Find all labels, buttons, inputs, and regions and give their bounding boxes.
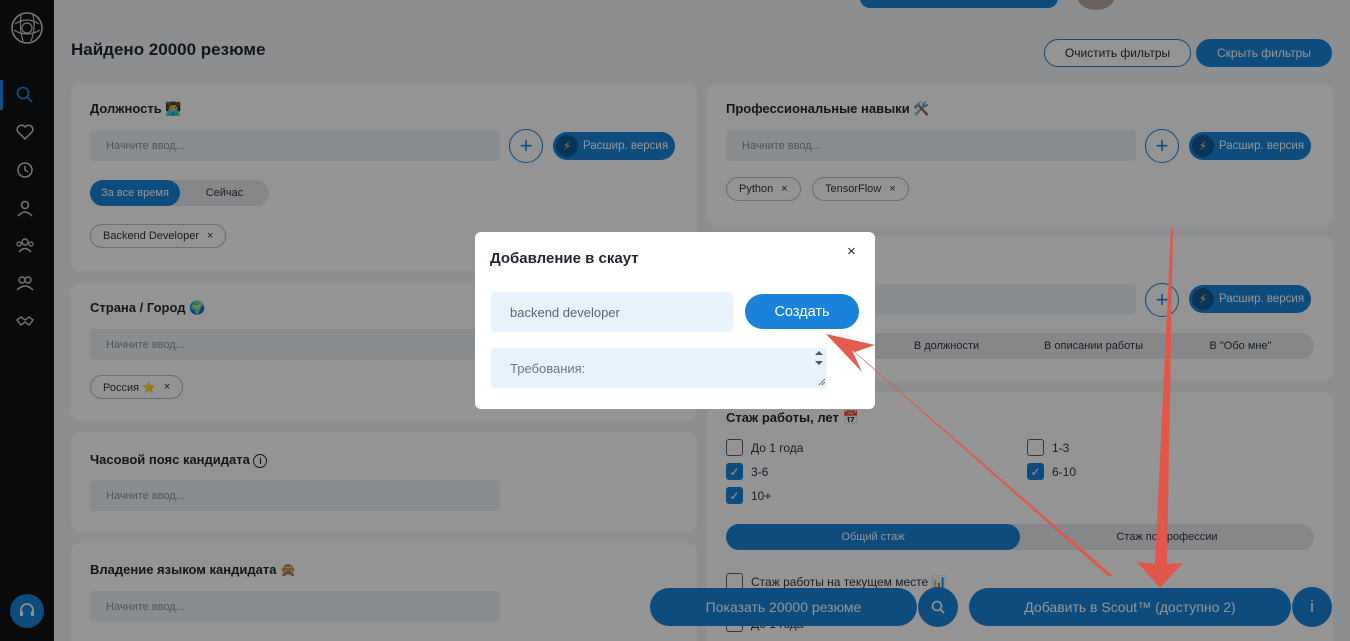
close-icon[interactable]: × xyxy=(847,243,856,260)
requirements-textarea[interactable]: Требования: xyxy=(491,348,827,388)
scout-name-input[interactable]: backend developer xyxy=(491,292,733,332)
requirements-placeholder: Требования: xyxy=(510,360,586,376)
textarea-scrollbar[interactable] xyxy=(811,348,827,388)
create-button[interactable]: Создать xyxy=(745,294,859,329)
add-to-scout-modal: Добавление в скаут × backend developer С… xyxy=(475,232,875,409)
modal-title: Добавление в скаут xyxy=(490,250,639,267)
